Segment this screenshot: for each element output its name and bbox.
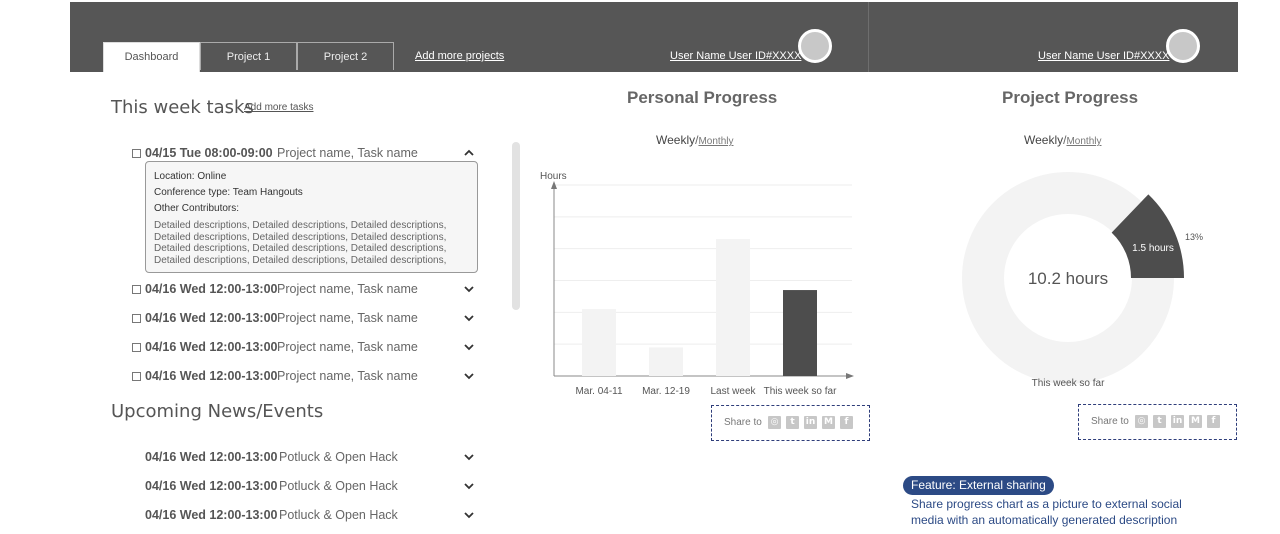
monthly-option[interactable]: Monthly [698, 136, 733, 147]
donut-center-label: 10.2 hours [1028, 269, 1108, 288]
tab-project-2[interactable]: Project 2 [297, 42, 394, 70]
task-date: 04/16 Wed 12:00-13:00 [145, 282, 278, 296]
task-detail-panel: Location: Online Conference type: Team H… [145, 161, 478, 273]
chevron-down-icon[interactable] [462, 282, 476, 296]
task-name: Project name, Task name [277, 369, 418, 383]
avatar-right[interactable] [1166, 29, 1200, 63]
tasks-title: This week tasks [111, 97, 254, 118]
share-label: Share to [1091, 416, 1129, 427]
tasks-scrollbar[interactable] [512, 142, 520, 310]
twitter-icon[interactable]: t [1153, 415, 1166, 428]
chevron-down-icon[interactable] [462, 508, 476, 522]
x-tick-label: Mar. 12-19 [642, 386, 690, 397]
linkedin-icon[interactable]: in [804, 416, 817, 429]
task-description: Detailed descriptions, Detailed descript… [154, 220, 447, 266]
task-checkbox[interactable] [132, 149, 141, 158]
task-contributors: Other Contributors: [154, 203, 240, 214]
chevron-down-icon[interactable] [462, 311, 476, 325]
task-row[interactable]: 04/16 Wed 12:00-13:00 Project name, Task… [132, 282, 477, 298]
task-row[interactable]: 04/16 Wed 12:00-13:00 Project name, Task… [132, 340, 477, 356]
bar [582, 309, 616, 376]
task-date: 04/16 Wed 12:00-13:00 [145, 340, 278, 354]
donut-caption: This week so far [1032, 378, 1105, 389]
chevron-down-icon[interactable] [462, 479, 476, 493]
task-date: 04/15 Tue 08:00-09:00 [145, 146, 273, 160]
task-checkbox[interactable] [132, 314, 141, 323]
linkedin-icon[interactable]: in [1171, 415, 1184, 428]
chevron-up-icon[interactable] [462, 146, 476, 160]
personal-period-toggle: Weekly/Monthly [656, 133, 733, 147]
twitter-icon[interactable]: t [786, 416, 799, 429]
news-item[interactable]: 04/16 Wed 12:00-13:00 Potluck & Open Hac… [145, 450, 477, 466]
news-item[interactable]: 04/16 Wed 12:00-13:00 Potluck & Open Hac… [145, 508, 477, 524]
percent-label: 13% [1185, 232, 1203, 242]
task-date: 04/16 Wed 12:00-13:00 [145, 369, 278, 383]
chevron-down-icon[interactable] [462, 340, 476, 354]
project-donut-chart: 10.2 hours 1.5 hours 13% This week so far [962, 172, 1203, 389]
task-name: Project name, Task name [277, 340, 418, 354]
medium-icon[interactable]: M [1189, 415, 1202, 428]
user-name-link-left[interactable]: User Name User ID#XXXX [670, 50, 801, 62]
x-tick-label: This week so far [764, 386, 837, 397]
task-checkbox[interactable] [132, 285, 141, 294]
task-row[interactable]: 04/16 Wed 12:00-13:00 Project name, Task… [132, 369, 477, 385]
header-divider [868, 2, 869, 72]
task-date: 04/16 Wed 12:00-13:00 [145, 311, 278, 325]
monthly-option[interactable]: Monthly [1066, 136, 1101, 147]
task-name: Project name, Task name [277, 146, 418, 160]
chevron-down-icon[interactable] [462, 369, 476, 383]
task-checkbox[interactable] [132, 343, 141, 352]
medium-icon[interactable]: M [822, 416, 835, 429]
task-row[interactable]: 04/16 Wed 12:00-13:00 Project name, Task… [132, 311, 477, 327]
news-date: 04/16 Wed 12:00-13:00 [145, 450, 278, 464]
instagram-icon[interactable]: ◎ [768, 416, 781, 429]
task-conference-type: Conference type: Team Hangouts [154, 187, 303, 198]
task-row[interactable]: 04/15 Tue 08:00-09:00 Project name, Task… [132, 146, 477, 162]
share-label: Share to [724, 417, 762, 428]
bar [716, 239, 750, 376]
news-title: Upcoming News/Events [111, 401, 324, 422]
news-name: Potluck & Open Hack [279, 508, 398, 522]
user-name-link-right[interactable]: User Name User ID#XXXX [1038, 50, 1169, 62]
x-tick-label: Mar. 04-11 [575, 386, 622, 397]
news-name: Potluck & Open Hack [279, 479, 398, 493]
add-tasks-link[interactable]: Add more tasks [244, 102, 313, 113]
weekly-option[interactable]: Weekly [1024, 133, 1063, 147]
task-name: Project name, Task name [277, 282, 418, 296]
project-share-box: Share to ◎ t in M f [1078, 404, 1237, 440]
x-axis-arrow [846, 373, 854, 379]
facebook-icon[interactable]: f [840, 416, 853, 429]
personal-progress-title: Personal Progress [627, 88, 778, 107]
news-date: 04/16 Wed 12:00-13:00 [145, 508, 278, 522]
add-projects-link[interactable]: Add more projects [415, 50, 504, 62]
tab-project-1[interactable]: Project 1 [200, 42, 297, 70]
task-checkbox[interactable] [132, 372, 141, 381]
project-progress-title: Project Progress [1002, 88, 1139, 107]
feature-pill: Feature: External sharing [903, 476, 1054, 495]
y-axis-label: Hours [540, 171, 567, 182]
bar [649, 347, 683, 376]
weekly-option[interactable]: Weekly [656, 133, 695, 147]
project-period-toggle: Weekly/Monthly [1024, 133, 1101, 147]
instagram-icon[interactable]: ◎ [1135, 415, 1148, 428]
news-date: 04/16 Wed 12:00-13:00 [145, 479, 278, 493]
tab-dashboard[interactable]: Dashboard [103, 42, 200, 72]
task-location: Location: Online [154, 171, 227, 182]
bar [783, 290, 817, 376]
personal-bar-chart: Hours Mar. 04-11 Mar. 12-19 Last week This w… [540, 171, 854, 397]
news-item[interactable]: 04/16 Wed 12:00-13:00 Potluck & Open Hac… [145, 479, 477, 495]
slice-label: 1.5 hours [1132, 243, 1174, 254]
news-name: Potluck & Open Hack [279, 450, 398, 464]
facebook-icon[interactable]: f [1207, 415, 1220, 428]
personal-share-box: Share to ◎ t in M f [711, 405, 870, 441]
task-name: Project name, Task name [277, 311, 418, 325]
feature-description: Share progress chart as a picture to ext… [911, 497, 1182, 527]
avatar-left[interactable] [798, 29, 832, 63]
chevron-down-icon[interactable] [462, 450, 476, 464]
x-tick-label: Last week [710, 386, 756, 397]
